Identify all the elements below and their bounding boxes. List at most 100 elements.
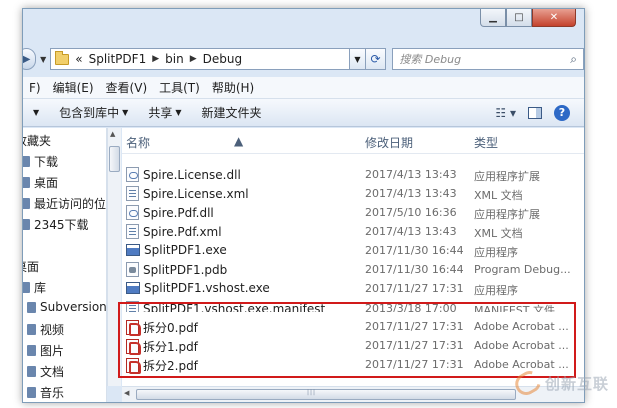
scroll-left-icon[interactable]: ◀: [124, 389, 129, 397]
file-row[interactable]: 拆分1.pdf 2017/11/27 17:31 Adobe Acrobat .…: [122, 337, 584, 356]
nav-music[interactable]: 音乐: [27, 384, 64, 401]
file-row[interactable]: Spire.Pdf.dll 2017/5/10 16:36 应用程序扩展: [122, 204, 584, 223]
share-button[interactable]: 共享 ▼: [138, 104, 191, 121]
forward-arrow-icon[interactable]: ▶: [23, 48, 37, 70]
file-date: 2017/4/13 13:43: [365, 187, 457, 200]
dll-file-icon: [126, 167, 139, 182]
menu-help[interactable]: 帮助(H): [206, 79, 260, 96]
recent-places-icon: [23, 198, 30, 209]
file-date: 2017/11/30 16:44: [365, 263, 464, 276]
file-type: 应用程序扩展: [474, 170, 540, 183]
scroll-up-icon[interactable]: ▲: [110, 130, 115, 138]
minimize-button[interactable]: ▁: [480, 9, 506, 27]
breadcrumb-splitpdf1[interactable]: SplitPDF1: [89, 52, 147, 66]
nav-favorites-label: 收藏夹: [23, 134, 52, 148]
search-input[interactable]: 搜索 Debug ⌕: [392, 48, 584, 70]
menu-bar: F) 编辑(E) 查看(V) 工具(T) 帮助(H): [23, 77, 584, 99]
breadcrumb-debug[interactable]: Debug: [203, 52, 242, 66]
chevron-right-icon[interactable]: ▶: [190, 54, 197, 64]
library-icon: [23, 282, 30, 293]
breadcrumb-overflow[interactable]: «: [75, 52, 82, 66]
nav-subversion[interactable]: Subversion: [27, 300, 107, 314]
nav-2345-label: 2345下载: [34, 218, 89, 232]
nav-downloads[interactable]: 下载: [23, 153, 58, 170]
recent-pages-dropdown-icon[interactable]: ▼: [40, 55, 46, 64]
file-name: SplitPDF1.pdb: [143, 262, 228, 277]
file-row[interactable]: SplitPDF1.vshost.exe.manifest 2013/3/18 …: [122, 300, 584, 312]
nav-libraries-label: 库: [34, 281, 47, 295]
nav-favorites[interactable]: 收藏夹: [23, 132, 51, 149]
file-name: SplitPDF1.exe: [144, 243, 227, 257]
file-row[interactable]: Spire.Pdf.xml 2017/4/13 13:43 XML 文档: [122, 223, 584, 242]
nav-subversion-label: Subversion: [40, 300, 107, 314]
file-date: 2017/11/27 17:31: [365, 339, 464, 352]
pdf-file-icon: [126, 339, 141, 355]
nav-pictures-label: 图片: [40, 344, 65, 358]
menu-edit[interactable]: 编辑(E): [47, 79, 100, 96]
menu-view[interactable]: 查看(V): [100, 79, 154, 96]
breadcrumb-bin[interactable]: bin: [165, 52, 184, 66]
scrollbar-thumb[interactable]: [109, 146, 120, 172]
file-row[interactable]: SplitPDF1.vshost.exe 2017/11/27 17:31 应用…: [122, 280, 584, 299]
nav-pictures[interactable]: 图片: [27, 342, 64, 359]
file-row[interactable]: Spire.License.xml 2017/4/13 13:43 XML 文档: [122, 185, 584, 204]
menu-file[interactable]: F): [23, 81, 47, 95]
folder-icon: [23, 219, 30, 230]
chevron-down-icon: ▼: [122, 108, 129, 117]
xml-file-icon: [126, 224, 139, 239]
close-button[interactable]: ✕: [532, 9, 576, 27]
file-row[interactable]: SplitPDF1.exe 2017/11/30 16:44 应用程序: [122, 242, 584, 261]
file-name: SplitPDF1.vshost.exe.manifest: [143, 301, 326, 313]
nav-pane-scrollbar[interactable]: ▲: [107, 128, 121, 386]
column-date-header[interactable]: 修改日期: [365, 134, 413, 151]
file-type: Adobe Acrobat ...: [474, 320, 569, 333]
file-type: 应用程序: [474, 246, 518, 259]
column-type-header[interactable]: 类型: [474, 134, 498, 151]
nav-videos[interactable]: 视频: [27, 321, 64, 338]
sort-ascending-icon: ▲: [234, 134, 244, 148]
refresh-icon[interactable]: ⟳: [365, 48, 387, 70]
watermark: 创新互联: [511, 366, 609, 400]
help-icon[interactable]: ?: [554, 104, 570, 121]
nav-recent-places[interactable]: 最近访问的位置: [23, 195, 106, 212]
organize-dropdown[interactable]: ▼: [23, 108, 49, 117]
file-type: XML 文档: [474, 227, 523, 240]
address-dropdown-icon[interactable]: ▼: [350, 48, 366, 70]
manifest-file-icon: [126, 301, 139, 312]
file-name: Spire.Pdf.dll: [143, 205, 214, 220]
column-headers: ▲ 名称 修改日期 类型: [122, 128, 584, 154]
chevron-right-icon[interactable]: ▶: [152, 54, 159, 64]
address-bar[interactable]: « SplitPDF1 ▶ bin ▶ Debug: [50, 48, 351, 70]
view-options-icon[interactable]: ☷ ▾: [495, 106, 516, 120]
nav-documents[interactable]: 文档: [27, 363, 64, 380]
new-folder-button[interactable]: 新建文件夹: [192, 104, 272, 121]
include-in-library-button[interactable]: 包含到库中 ▼: [49, 104, 138, 121]
subversion-icon: [27, 301, 36, 313]
file-row[interactable]: SplitPDF1.pdb 2017/11/30 16:44 Program D…: [122, 261, 584, 280]
documents-icon: [27, 366, 36, 377]
preview-pane-icon[interactable]: [528, 106, 542, 119]
desktop-icon: [23, 177, 30, 188]
window-caption-buttons: ▁ □ ✕: [480, 9, 576, 27]
nav-desktop-label: 桌面: [34, 176, 59, 190]
search-icon[interactable]: ⌕: [570, 52, 577, 67]
videos-icon: [27, 324, 36, 335]
file-date: 2017/11/27 17:31: [365, 320, 464, 333]
nav-libraries[interactable]: 库: [23, 279, 46, 296]
pictures-icon: [27, 345, 36, 356]
file-row[interactable]: Spire.License.dll 2017/4/13 13:43 应用程序扩展: [122, 166, 584, 185]
file-row[interactable]: 拆分0.pdf 2017/11/27 17:31 Adobe Acrobat .…: [122, 318, 584, 337]
exe-file-icon: [126, 244, 140, 256]
file-date: 2017/5/10 16:36: [365, 206, 457, 219]
maximize-button[interactable]: □: [506, 9, 532, 27]
scrollbar-thumb[interactable]: [136, 389, 516, 400]
nav-2345-downloads[interactable]: 2345下载: [23, 216, 89, 233]
column-name-header[interactable]: 名称: [126, 134, 150, 151]
file-type: XML 文档: [474, 189, 523, 202]
nav-desktop-root[interactable]: 桌面: [23, 258, 39, 275]
dll-file-icon: [126, 205, 139, 220]
nav-desktop[interactable]: 桌面: [23, 174, 58, 191]
exe-file-icon: [126, 282, 140, 294]
nav-music-label: 音乐: [40, 386, 65, 400]
menu-tools[interactable]: 工具(T): [153, 79, 206, 96]
